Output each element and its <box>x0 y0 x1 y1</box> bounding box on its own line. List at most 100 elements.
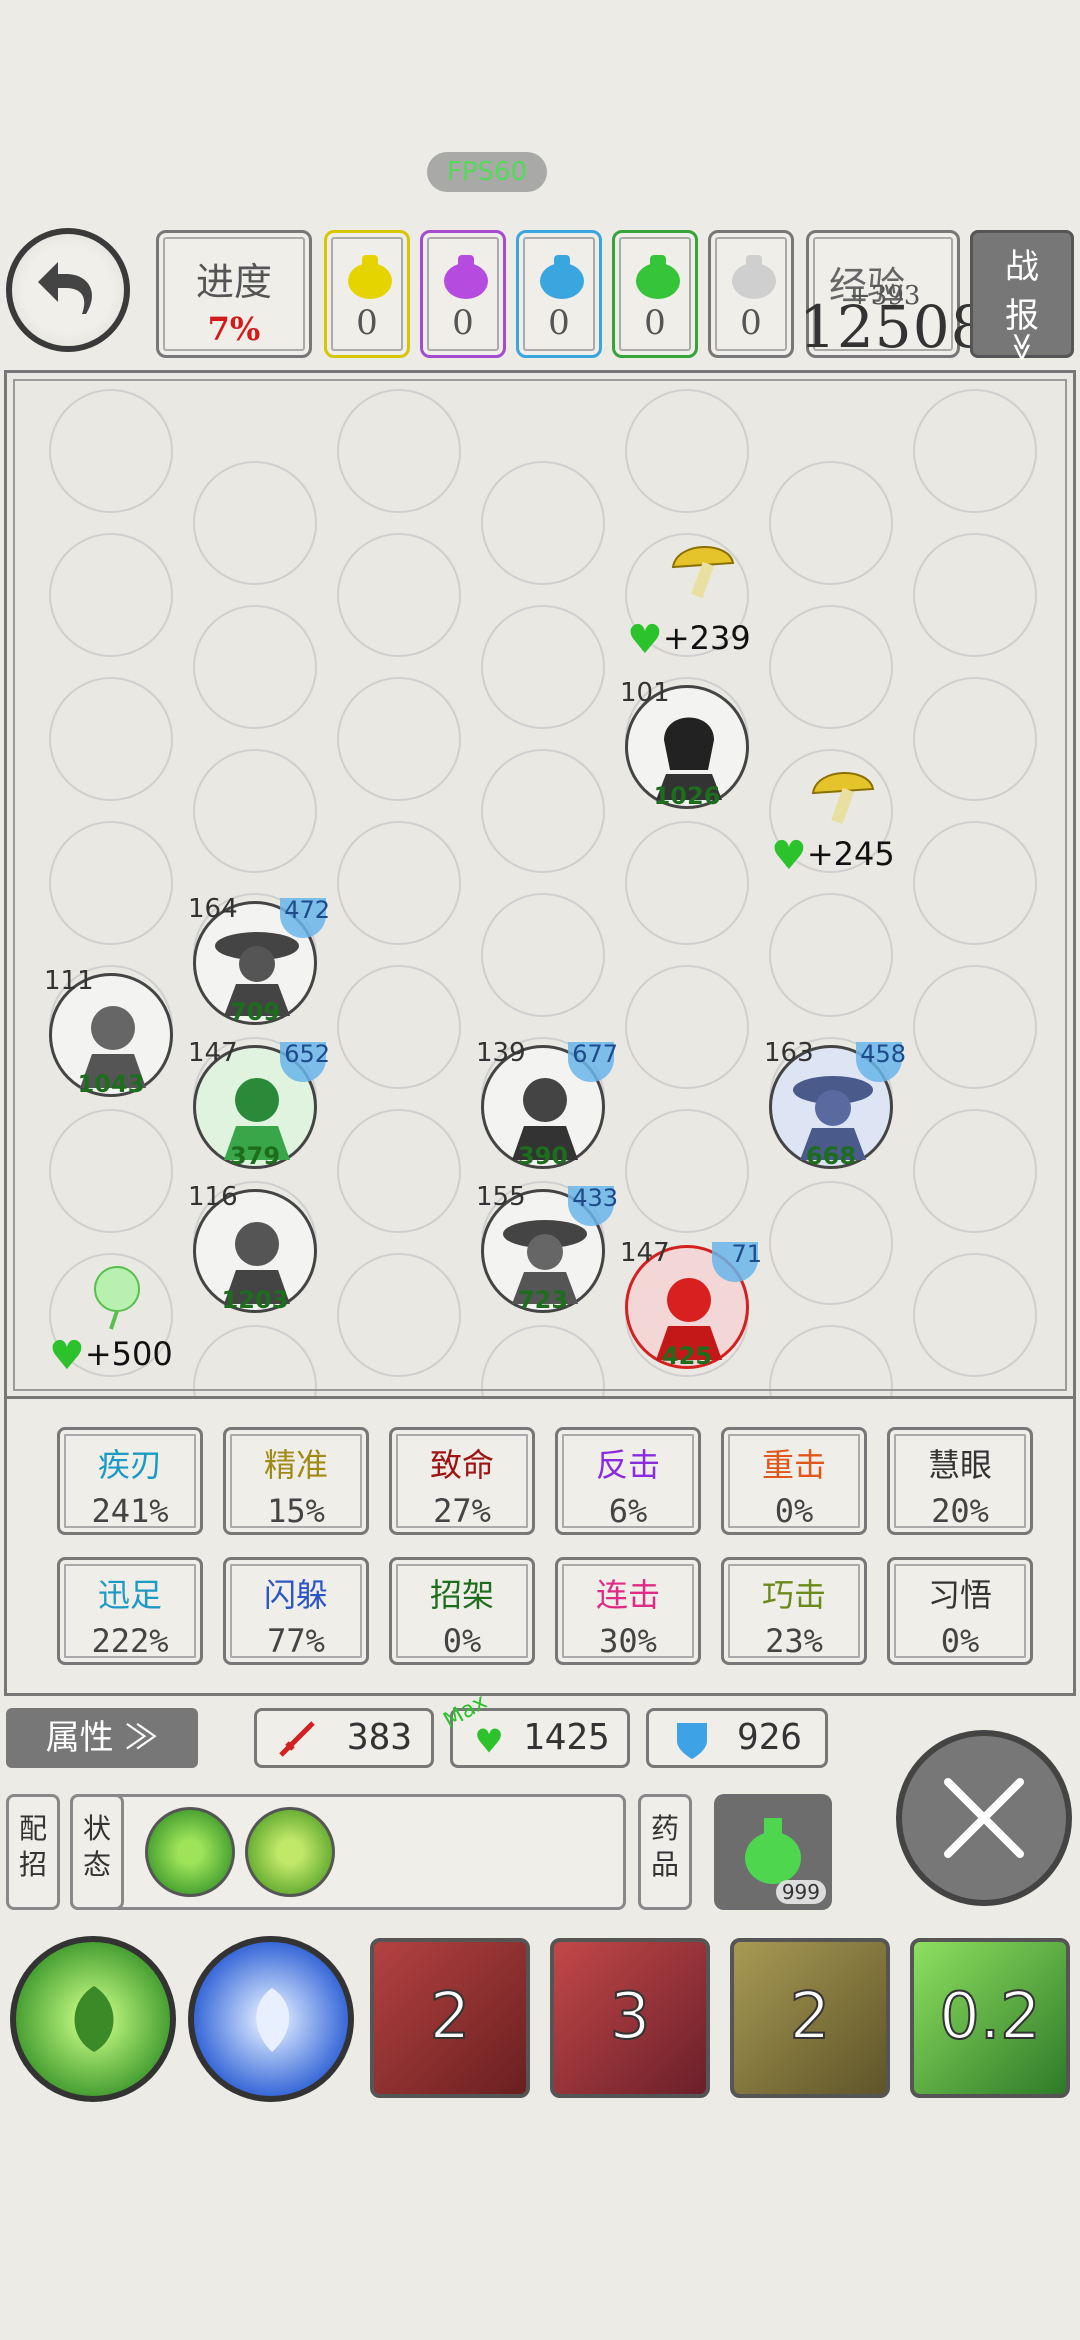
hero-unit[interactable]: 116 1203 <box>188 1182 317 1314</box>
board-cell[interactable] <box>337 965 461 1089</box>
attributes-button[interactable]: 属性 ≫ <box>6 1708 198 1768</box>
stat-box: 致命 27% <box>389 1427 535 1535</box>
board-cell[interactable] <box>481 1037 605 1161</box>
stat-name: 致命 <box>429 1446 494 1484</box>
board-cell[interactable] <box>337 389 461 513</box>
board-cell[interactable] <box>481 605 605 729</box>
stat-value: 0% <box>940 1622 980 1660</box>
skill-slot-2[interactable]: 3 <box>550 1938 710 2098</box>
board-cell[interactable] <box>769 605 893 729</box>
hero-shield: 472 <box>284 896 330 924</box>
board-cell[interactable] <box>769 1037 893 1161</box>
board-cell[interactable] <box>625 821 749 945</box>
board-cell[interactable] <box>49 533 173 657</box>
board-cell[interactable] <box>193 893 317 1017</box>
purple-bag-slot[interactable]: 0 <box>420 230 506 358</box>
board-cell[interactable] <box>337 677 461 801</box>
board-cell[interactable] <box>49 821 173 945</box>
hero-unit[interactable]: 147 652 379 <box>188 1038 330 1170</box>
heal-popup: ♥+500 <box>49 1333 173 1379</box>
board-cell[interactable] <box>49 1109 173 1233</box>
experience-panel: 经验 +393 12508 <box>799 230 988 361</box>
board-cell[interactable] <box>49 1253 173 1377</box>
board-cell[interactable] <box>769 749 893 873</box>
white-bag-count: 0 <box>740 303 762 343</box>
board-cell[interactable] <box>625 1109 749 1233</box>
board-cell[interactable] <box>49 389 173 513</box>
hero-hp: 723 <box>517 1286 569 1314</box>
heal-amount: +500 <box>84 1335 173 1373</box>
board-cell[interactable] <box>913 1253 1037 1377</box>
hero-level: 164 <box>188 894 238 924</box>
board-cell[interactable] <box>193 605 317 729</box>
board-cell[interactable] <box>337 533 461 657</box>
hero-level: 147 <box>620 1238 670 1268</box>
board-cell[interactable] <box>625 677 749 801</box>
hero-unit[interactable]: 164 472 709 <box>188 894 330 1026</box>
hero-unit[interactable]: 163 458 668 <box>764 1038 906 1170</box>
stat-name: 迅足 <box>97 1576 162 1614</box>
nature-buff-icon <box>245 1807 335 1897</box>
stat-name: 精准 <box>263 1446 328 1484</box>
stat-value: 15% <box>267 1492 325 1530</box>
board-cell[interactable] <box>337 1253 461 1377</box>
board-cell[interactable] <box>481 893 605 1017</box>
heart-icon: ♥ <box>477 1719 502 1765</box>
purple-bag-icon <box>444 255 488 299</box>
board-cell[interactable] <box>625 389 749 513</box>
skill-slot-3[interactable]: 2 <box>730 1938 890 2098</box>
battle-report-button[interactable]: 战 报 ≫ <box>970 230 1074 362</box>
hero-unit[interactable]: 139 677 390 <box>476 1038 618 1170</box>
stat-name: 慧眼 <box>927 1446 992 1484</box>
board-cell[interactable] <box>49 677 173 801</box>
board-cell[interactable] <box>193 1037 317 1161</box>
board-cell[interactable] <box>625 965 749 1089</box>
hero-unit[interactable]: 101 1026 <box>620 678 749 810</box>
stat-box: 慧眼 20% <box>887 1427 1033 1535</box>
board-cell[interactable] <box>481 749 605 873</box>
blue-bag-slot[interactable]: 0 <box>516 230 602 358</box>
yellow-bag-slot[interactable]: 0 <box>324 230 410 358</box>
board-cell[interactable] <box>913 533 1037 657</box>
hero-unit[interactable]: 111 1043 <box>44 966 173 1098</box>
hero-level: 139 <box>476 1038 526 1068</box>
auto-fight-button[interactable] <box>896 1730 1072 1906</box>
board-cell[interactable] <box>769 1181 893 1305</box>
board-cell[interactable] <box>769 461 893 585</box>
board-cell[interactable] <box>913 389 1037 513</box>
board-cell[interactable] <box>769 893 893 1017</box>
back-button[interactable] <box>6 228 130 352</box>
skill-slot-1[interactable]: 2 <box>370 1938 530 2098</box>
board-cell[interactable] <box>481 461 605 585</box>
hero-unit[interactable]: 155 433 723 <box>476 1182 618 1314</box>
hero-level: 111 <box>44 966 94 996</box>
board-cell[interactable] <box>625 533 749 657</box>
board-cell[interactable] <box>49 965 173 1089</box>
board-cell[interactable] <box>913 677 1037 801</box>
hero-hp: 1043 <box>77 1070 145 1098</box>
board-cell[interactable] <box>913 1109 1037 1233</box>
heart-icon: ♥ <box>49 1333 85 1379</box>
wind-skill-button[interactable] <box>188 1936 354 2102</box>
board-cell[interactable] <box>913 965 1037 1089</box>
potion-label-button[interactable]: 药品 <box>638 1794 692 1910</box>
green-bag-slot[interactable]: 0 <box>612 230 698 358</box>
board-cell[interactable] <box>337 821 461 945</box>
status-button[interactable]: 状态 <box>70 1794 124 1910</box>
board-cell[interactable] <box>625 1253 749 1377</box>
skill-slot-4[interactable]: 0.2 <box>910 1938 1070 2098</box>
board-cell[interactable] <box>913 821 1037 945</box>
leaf-skill-button[interactable] <box>10 1936 176 2102</box>
board-cell[interactable] <box>337 1109 461 1233</box>
hero-portrait <box>215 932 299 1016</box>
hero-unit-selected[interactable]: 147 71 425 <box>620 1238 762 1370</box>
potion-slot[interactable]: 999 <box>714 1794 832 1910</box>
potion-count: 999 <box>775 1880 826 1904</box>
white-bag-slot[interactable]: 0 <box>708 230 794 358</box>
moves-config-button[interactable]: 配招 <box>6 1794 60 1910</box>
board-cell[interactable] <box>193 1181 317 1305</box>
board-cell[interactable] <box>193 461 317 585</box>
battle-board[interactable]: ♥+239 ♥+245 ♥+500 101 1026 164 472 709 1… <box>4 370 1076 1449</box>
board-cell[interactable] <box>481 1181 605 1305</box>
board-cell[interactable] <box>193 749 317 873</box>
